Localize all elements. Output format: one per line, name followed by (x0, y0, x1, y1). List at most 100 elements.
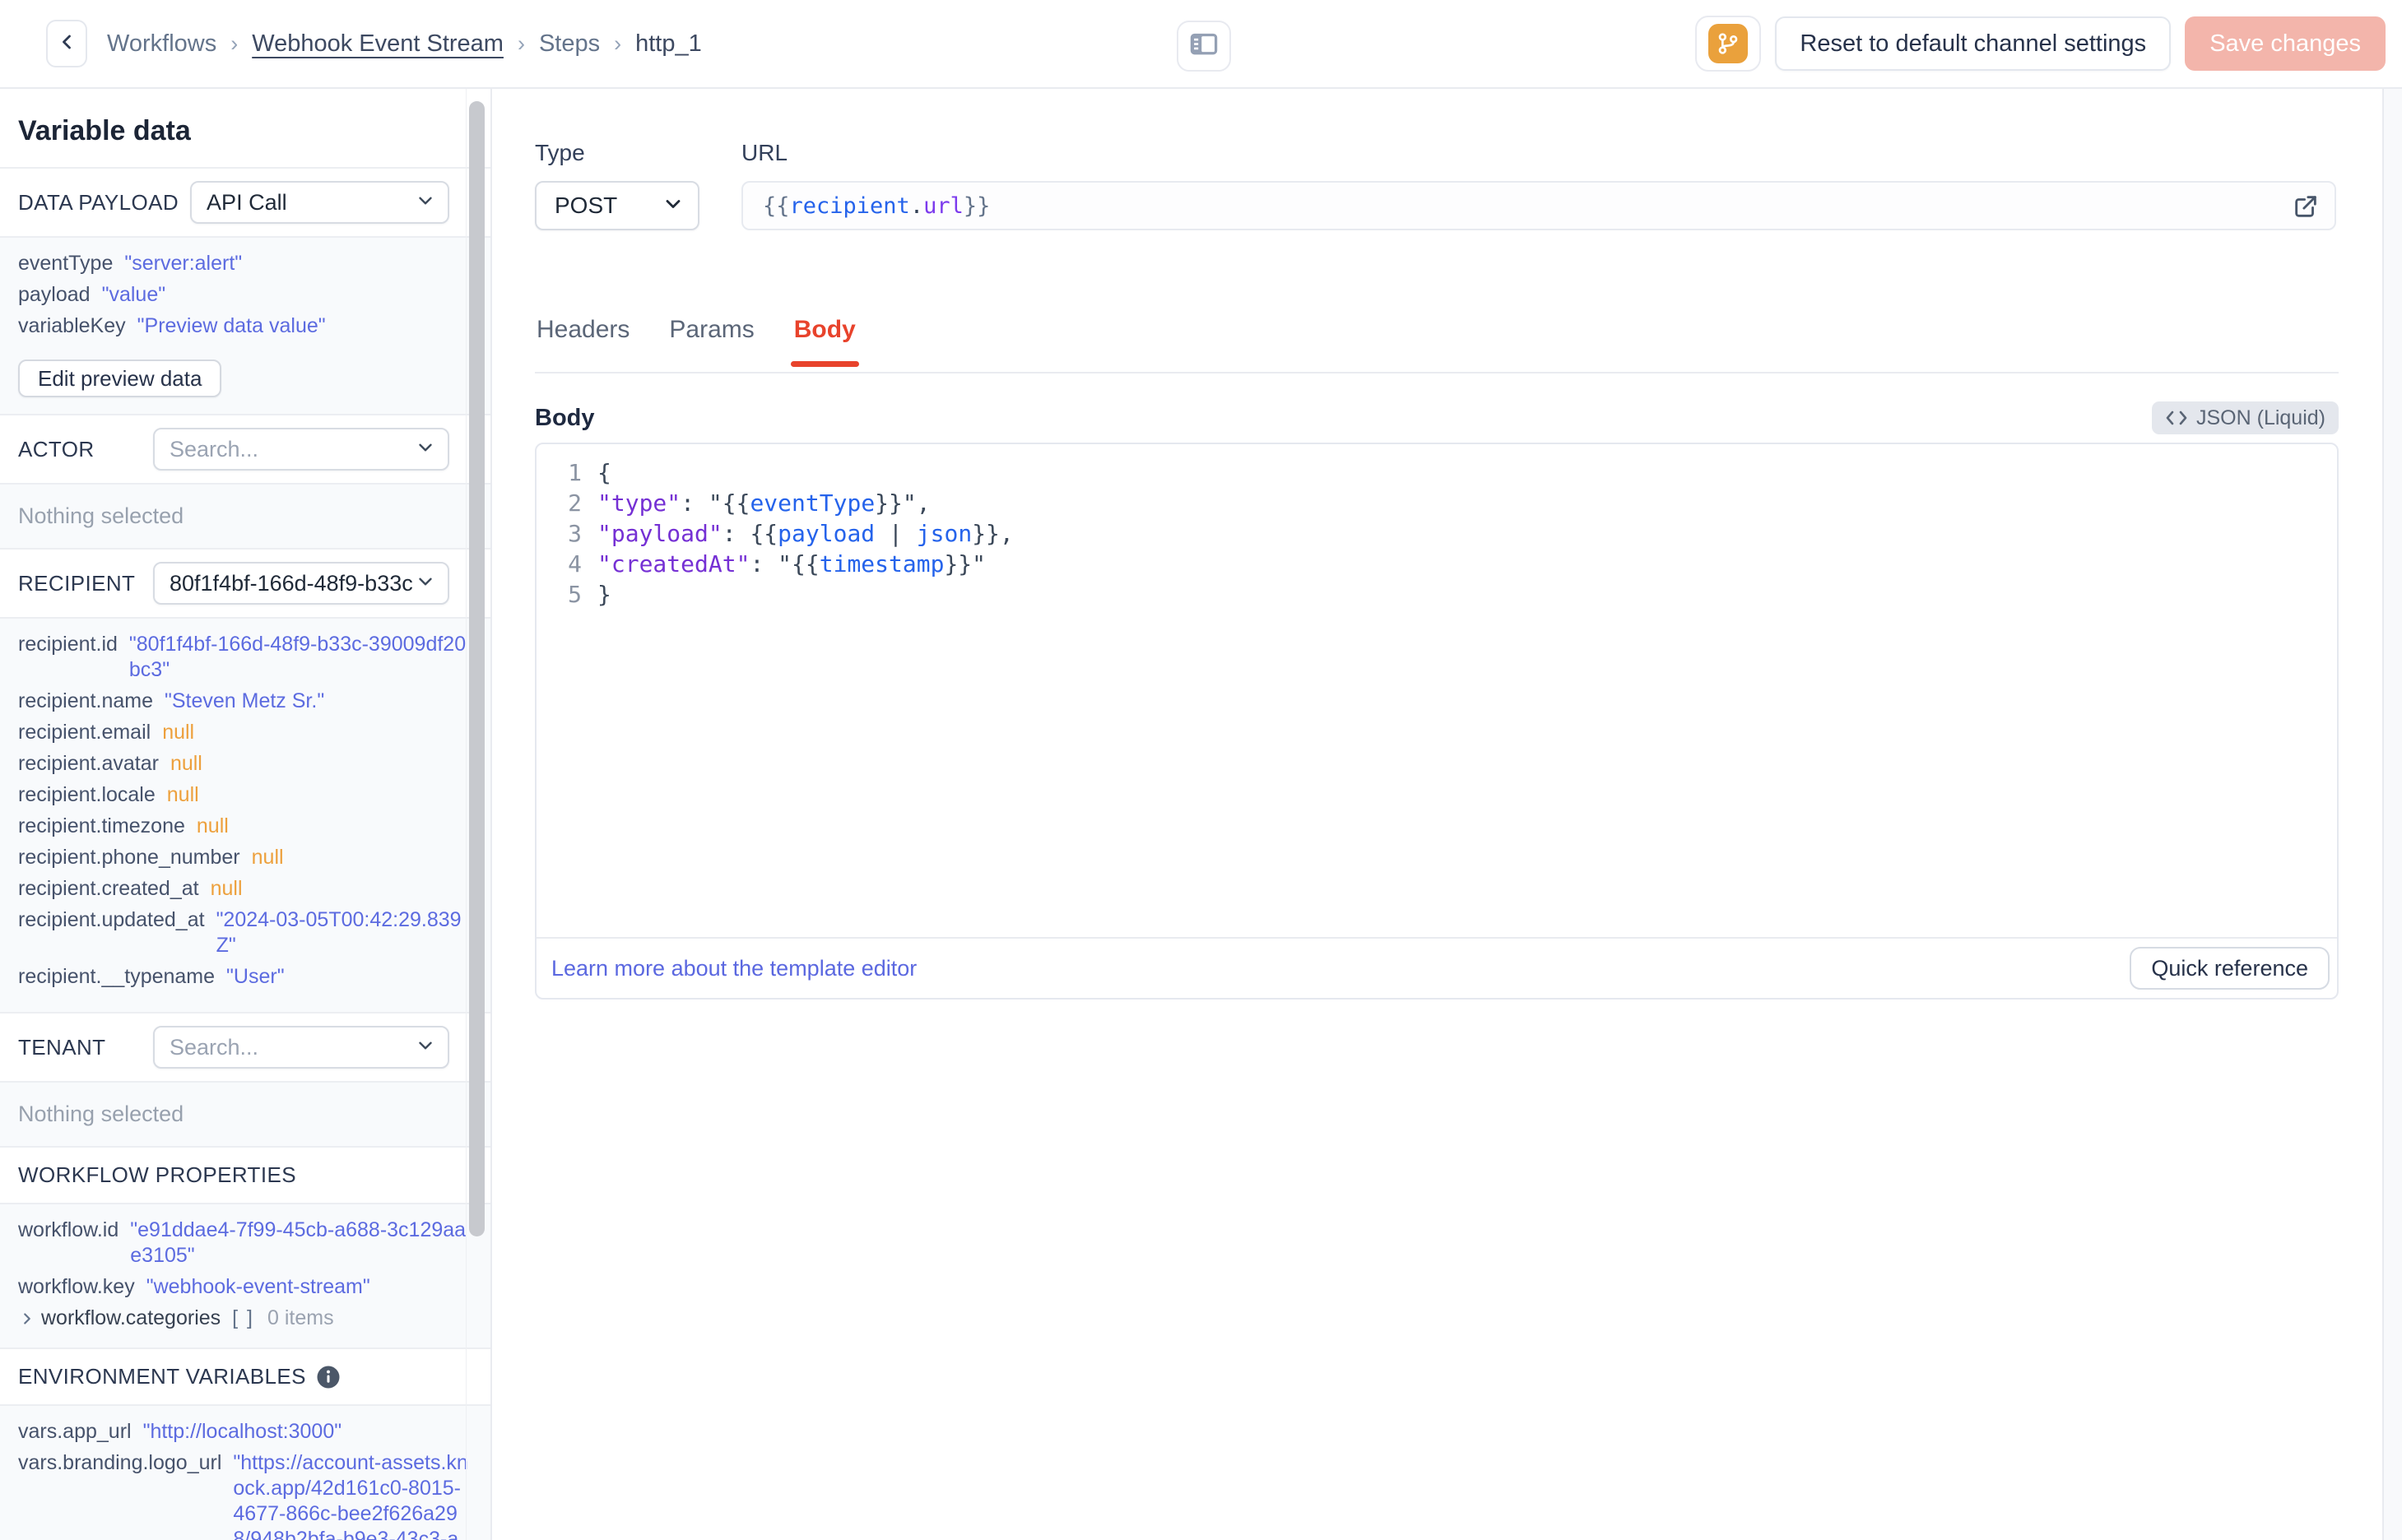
body-template-editor: 1{2 "type": "{{eventType}}", 3 "payload": {… (535, 443, 2339, 1000)
kv-key: recipient.email (18, 721, 151, 744)
workflow-properties-header: WORKFLOW PROPERTIES (0, 1148, 490, 1203)
kv-row: recipient.email null (18, 720, 469, 745)
sidebar-scrollbar-thumb[interactable] (469, 101, 485, 1236)
tab-body[interactable]: Body (790, 316, 859, 372)
kv-row: recipient.updated_at "2024-03-05T00:42:29… (18, 907, 469, 958)
kv-row: recipient.id "80f1f4bf-166d-48f9-b33c-390… (18, 632, 469, 683)
kv-value: null (162, 721, 195, 744)
chevron-down-icon (415, 437, 436, 462)
breadcrumb-item[interactable]: Webhook Event Stream (252, 30, 504, 58)
kv-key: recipient.avatar (18, 752, 159, 775)
external-link-icon[interactable] (2292, 192, 2320, 226)
kv-key: vars.branding.logo_url (18, 1451, 222, 1474)
code-line: 3 "payload": {{payload | json}}, (537, 518, 2337, 549)
code-editor[interactable]: 1{2 "type": "{{eventType}}", 3 "payload": {… (537, 444, 2337, 937)
data-payload-label: DATA PAYLOAD (18, 189, 179, 215)
line-number: 4 (568, 550, 582, 578)
kv-row: recipient.name "Steven Metz Sr." (18, 689, 469, 714)
url-field: URL {{recipient.url}} (741, 140, 2336, 230)
url-input[interactable]: {{recipient.url}} (741, 181, 2336, 230)
kv-key: payload (18, 283, 91, 306)
kv-row: recipient.avatar null (18, 751, 469, 777)
code-line: 2 "type": "{{eventType}}", (537, 488, 2337, 518)
chevron-right-icon (18, 1310, 36, 1328)
tab-params[interactable]: Params (667, 316, 755, 372)
tenant-empty-text: Nothing selected (18, 1102, 184, 1126)
line-number: 5 (568, 581, 582, 608)
info-icon[interactable] (316, 1365, 341, 1389)
actor-row: ACTOR Search... (0, 415, 490, 483)
categories-count: 0 items (267, 1306, 334, 1329)
save-changes-button[interactable]: Save changes (2185, 16, 2386, 71)
edit-preview-data-button[interactable]: Edit preview data (18, 359, 222, 397)
url-value: {{recipient.url}} (763, 192, 991, 219)
workflow-properties-label: WORKFLOW PROPERTIES (18, 1162, 296, 1187)
recipient-label: RECIPIENT (18, 570, 136, 596)
template-editor-docs-link[interactable]: Learn more about the template editor (551, 956, 917, 981)
type-label: Type (535, 140, 585, 165)
quick-reference-button[interactable]: Quick reference (2130, 947, 2330, 990)
kv-value: "User" (226, 965, 285, 988)
breadcrumb: Workflows › Webhook Event Stream › Steps › htt… (107, 30, 702, 58)
actor-label: ACTOR (18, 436, 95, 462)
kv-value: "2024-03-05T00:42:29.839Z" (216, 908, 462, 957)
line-number: 2 (568, 489, 582, 517)
kv-row: eventType "server:alert" (18, 251, 469, 276)
recipient-select[interactable]: 80f1f4bf-166d-48f9-b33c (153, 562, 449, 605)
code-content: } (597, 581, 611, 608)
tenant-select[interactable]: Search... (153, 1026, 449, 1069)
code-content: "type": "{{eventType}}", (597, 489, 931, 517)
recipient-row: RECIPIENT 80f1f4bf-166d-48f9-b33c (0, 550, 490, 617)
kv-value: null (166, 783, 199, 806)
code-line: 4 "createdAt": "{{timestamp}}" (537, 549, 2337, 579)
kv-value: null (210, 877, 243, 900)
url-label: URL (741, 140, 788, 165)
chevron-left-icon (55, 30, 78, 58)
breadcrumb-item: http_1 (635, 30, 702, 57)
method-value: POST (555, 192, 618, 218)
data-payload-select[interactable]: API Call (190, 181, 449, 224)
back-button[interactable] (46, 20, 87, 67)
actor-select[interactable]: Search... (153, 428, 449, 471)
recipient-value: 80f1f4bf-166d-48f9-b33c (170, 570, 413, 596)
kv-value: "e91ddae4-7f99-45cb-a688-3c129aae3105" (130, 1218, 467, 1267)
kv-value: "http://localhost:3000" (142, 1420, 342, 1443)
line-number: 1 (568, 459, 582, 486)
categories-key: workflow.categories (41, 1306, 221, 1329)
breadcrumb-item: Workflows (107, 30, 217, 57)
kv-key: recipient.locale (18, 783, 156, 806)
sidebar-toggle-button[interactable] (1177, 21, 1231, 72)
kv-row: vars.app_url "http://localhost:3000" (18, 1419, 469, 1445)
method-select[interactable]: POST (535, 181, 699, 230)
sidebar-scrollbar-track (466, 89, 467, 1540)
kv-key: vars.app_url (18, 1420, 132, 1443)
kv-row: recipient.locale null (18, 782, 469, 808)
main-scrollbar-gutter[interactable] (2382, 89, 2402, 1540)
request-tabs: Headers Params Body (535, 316, 2339, 373)
kv-row: workflow.key "webhook-event-stream" (18, 1274, 469, 1300)
language-badge: JSON (Liquid) (2152, 401, 2339, 434)
editor-footer: Learn more about the template editor Qui… (537, 937, 2337, 998)
kv-key: variableKey (18, 314, 126, 337)
workflow-categories-row[interactable]: workflow.categories [ ] 0 items (18, 1306, 469, 1331)
breadcrumb-separator: › (614, 30, 622, 56)
kv-value: "Preview data value" (137, 314, 326, 337)
kv-row: payload "value" (18, 282, 469, 308)
commit-button[interactable] (1695, 16, 1762, 72)
data-payload-value: API Call (207, 189, 287, 215)
kv-value: null (196, 814, 229, 837)
data-payload-row: DATA PAYLOAD API Call (0, 169, 490, 236)
breadcrumb-separator: › (230, 30, 239, 56)
tab-headers[interactable]: Headers (535, 316, 631, 372)
code-content: "payload": {{payload | json}}, (597, 520, 1014, 547)
tenant-placeholder: Search... (170, 1034, 259, 1060)
reset-channel-settings-button[interactable]: Reset to default channel settings (1775, 16, 2172, 71)
actor-placeholder: Search... (170, 436, 259, 462)
kv-key: workflow.key (18, 1275, 135, 1298)
kv-value: null (170, 752, 202, 775)
chevron-down-icon (415, 1035, 436, 1060)
actor-empty-text: Nothing selected (18, 503, 184, 528)
preview-data-panel: eventType "server:alert" payload "value" var… (0, 236, 490, 415)
panel-layout-icon (1188, 30, 1220, 63)
git-branch-icon (1708, 24, 1749, 63)
